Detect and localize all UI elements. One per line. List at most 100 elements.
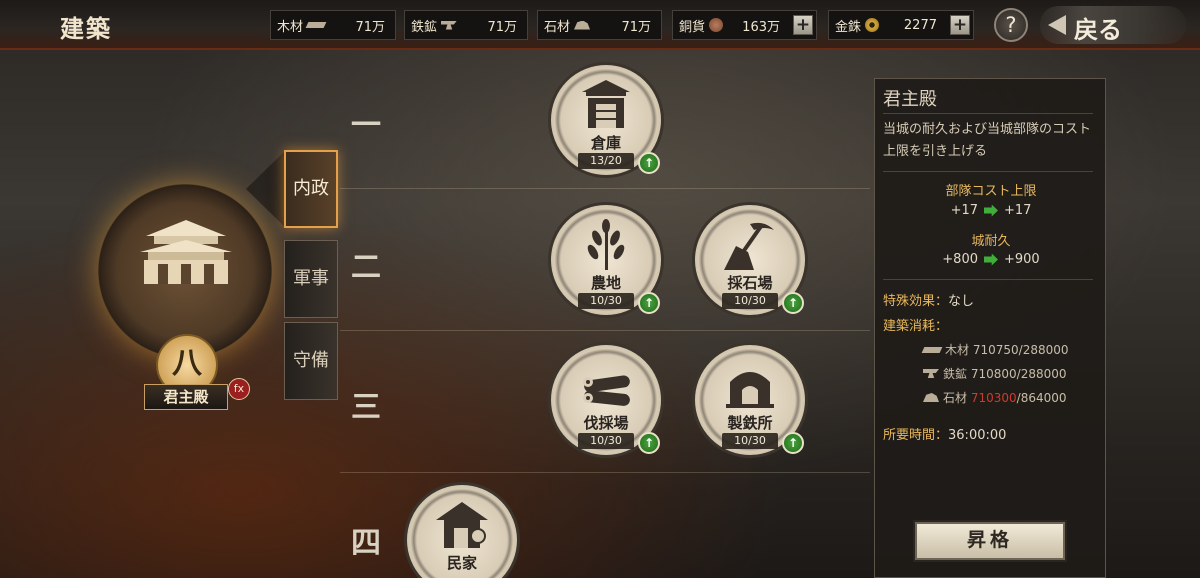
resource-gold: 金銖 2277 + (828, 10, 974, 40)
cost-have-insufficient: 710300 (970, 390, 1017, 405)
stat-durability-label: 城耐久 (971, 234, 1011, 249)
building-info-panel: 君主殿 当城の耐久および当城部隊のコスト上限を引き上げる 部隊コスト上限 +17… (874, 78, 1106, 578)
tier-divider (340, 330, 870, 331)
resource-stone: 石材 71万 (537, 10, 662, 40)
add-copper-button[interactable]: + (793, 15, 813, 35)
logs-icon (583, 375, 630, 406)
cost-label: 石材 (943, 391, 968, 405)
resource-label: 鉄鉱 (411, 19, 438, 35)
house-icon (436, 502, 488, 548)
building-name: 製鉄所 (727, 414, 773, 432)
building-grid: 一 二 三 四 倉庫 13/20 ↑ 農地 10/30 ↑ 採石場 10/30 … (340, 52, 870, 578)
resource-value: 71万 (621, 19, 651, 35)
resource-iron: 鉄鉱 71万 (404, 10, 528, 40)
special-effect-row: 特殊効果：なし (883, 290, 974, 309)
building-farmland[interactable]: 農地 10/30 ↑ (548, 202, 664, 318)
warehouse-icon (582, 80, 630, 128)
resource-copper: 銅貨 163万 + (672, 10, 817, 40)
tab-label: 内政 (293, 178, 329, 199)
time-label: 所要時間： (883, 428, 949, 443)
stat-troop-cost-row: +17 +17 (875, 203, 1107, 218)
cost-stone: 石材 710300/864000 (923, 389, 1067, 406)
building-residence[interactable]: 民家 (404, 482, 520, 578)
resource-value: 71万 (355, 19, 385, 35)
build-cost-label: 建築消耗： (883, 319, 949, 334)
tab-domestic[interactable]: 内政 (284, 150, 338, 228)
building-name: 農地 (590, 274, 621, 292)
divider (883, 279, 1093, 280)
wood-icon (305, 22, 327, 28)
resource-value: 163万 (742, 19, 780, 35)
stat-durability-row: +800 +900 (875, 252, 1107, 267)
time-value: 36:00:00 (948, 428, 1007, 443)
cost-have: 710800 (970, 366, 1017, 381)
tier-divider (340, 188, 870, 189)
special-effect-label: 特殊効果： (883, 294, 949, 309)
arrow-right-icon (984, 204, 998, 217)
tier-label: 二 (351, 250, 381, 285)
tab-military[interactable]: 軍事 (284, 240, 338, 318)
back-button[interactable]: 戻る (1040, 6, 1186, 44)
info-description: 当城の耐久および当城部隊のコスト上限を引き上げる (883, 122, 1092, 159)
building-name: 採石場 (727, 274, 773, 292)
tier-label: 一 (351, 108, 381, 143)
back-arrow-icon (1048, 15, 1066, 35)
upgrade-arrow-icon[interactable]: ↑ (638, 152, 660, 174)
stat-to: +17 (1004, 203, 1032, 218)
time-row: 所要時間：36:00:00 (883, 424, 1006, 443)
cost-need: /864000 (1016, 390, 1067, 405)
upgrade-arrow-icon[interactable]: ↑ (782, 292, 804, 314)
copper-coin-icon (709, 18, 724, 32)
lord-hall-emblem[interactable] (98, 184, 272, 358)
stat-from: +800 (942, 252, 978, 267)
left-panel: 八 君主殿 fx 内政 軍事 守備 (0, 52, 340, 578)
special-effect-value: なし (948, 294, 975, 309)
stone-icon (574, 20, 591, 30)
gold-coin-icon (865, 18, 880, 32)
stat-to: +900 (1004, 252, 1040, 267)
building-lumberyard[interactable]: 伐採場 10/30 ↑ (548, 342, 664, 458)
resource-value: 71万 (487, 19, 517, 35)
resource-label: 石材 (544, 19, 571, 35)
arrow-right-icon (984, 253, 998, 266)
wheat-icon (587, 219, 625, 270)
cost-label: 木材 (945, 343, 970, 357)
building-name: 伐採場 (583, 414, 629, 432)
tab-label: 軍事 (293, 268, 329, 289)
upgrade-button[interactable]: 昇格 (915, 522, 1065, 560)
cost-need: /288000 (1016, 366, 1067, 381)
tab-defense[interactable]: 守備 (284, 322, 338, 400)
stat-from: +17 (950, 203, 978, 218)
building-level: 13/20 (578, 153, 634, 169)
upgrade-arrow-icon[interactable]: ↑ (638, 432, 660, 454)
pickaxe-icon (724, 222, 774, 270)
top-bar: 建築 木材 71万 鉄鉱 71万 石材 71万 銅貨 163万 + 金銖 227… (0, 0, 1200, 50)
cost-wood: 木材 710750/288000 (921, 341, 1069, 358)
building-ironworks[interactable]: 製鉄所 10/30 ↑ (692, 342, 808, 458)
stone-icon (923, 393, 939, 402)
building-name: 民家 (446, 554, 477, 572)
hall-effect-badge: fx (228, 378, 250, 400)
stat-troop-cost-label: 部隊コスト上限 (945, 184, 1037, 199)
tier-label: 三 (351, 390, 381, 425)
cost-need: /288000 (1018, 342, 1069, 357)
wood-icon (921, 346, 943, 353)
building-quarry[interactable]: 採石場 10/30 ↑ (692, 202, 808, 318)
building-level: 10/30 (578, 433, 634, 449)
upgrade-arrow-icon[interactable]: ↑ (782, 432, 804, 454)
palace-icon (140, 220, 232, 284)
cost-have: 710750 (972, 342, 1019, 357)
building-level: 10/30 (578, 293, 634, 309)
resource-label: 金銖 (835, 19, 862, 35)
iron-icon (441, 20, 458, 30)
building-warehouse[interactable]: 倉庫 13/20 ↑ (548, 62, 664, 178)
page-title: 建築 (60, 15, 112, 43)
back-label: 戻る (1074, 16, 1122, 44)
building-level: 10/30 (722, 293, 778, 309)
help-button[interactable]: ? (994, 8, 1028, 42)
upgrade-arrow-icon[interactable]: ↑ (638, 292, 660, 314)
divider (883, 171, 1093, 172)
info-title: 君主殿 (883, 89, 937, 110)
add-gold-button[interactable]: + (950, 15, 970, 35)
tier-label: 四 (351, 526, 381, 561)
